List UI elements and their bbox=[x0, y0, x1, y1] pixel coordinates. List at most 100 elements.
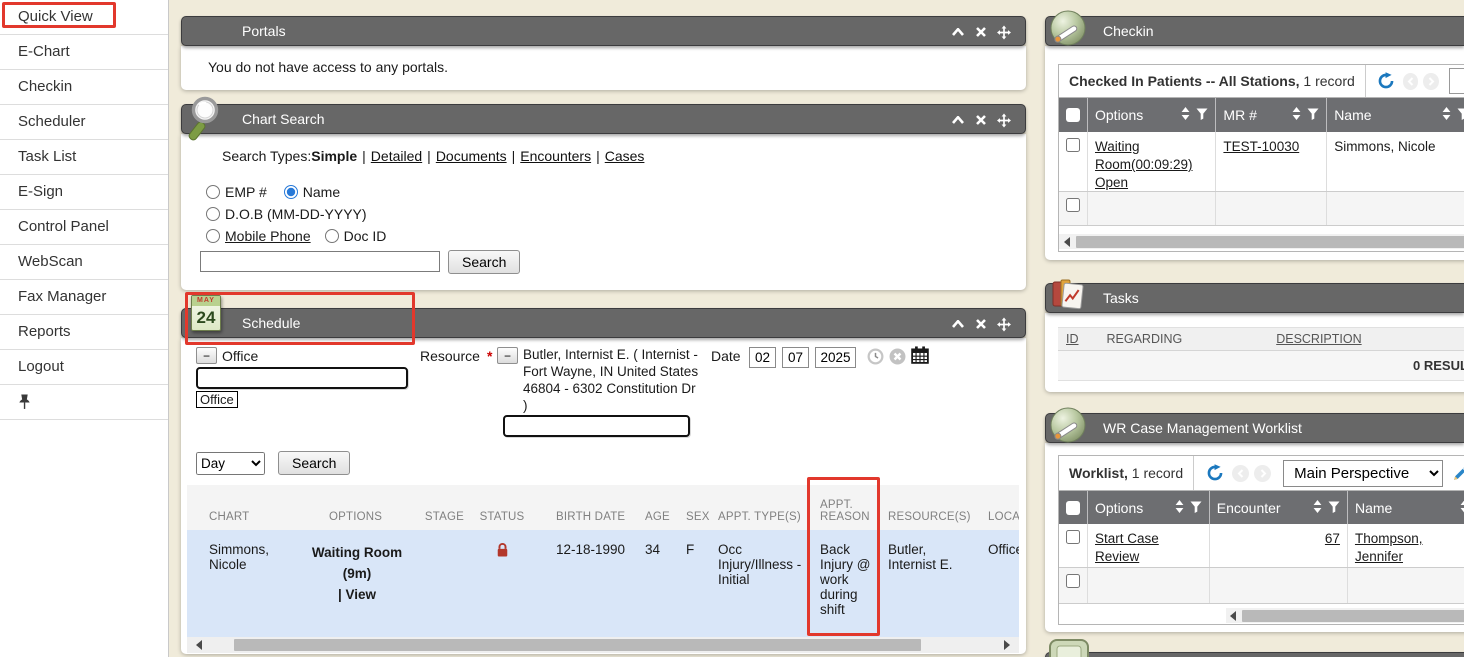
scroll-left-arrow[interactable] bbox=[1064, 237, 1070, 247]
col-status[interactable]: STATUS bbox=[472, 485, 532, 530]
mr-number-link[interactable]: TEST-10030 bbox=[1223, 139, 1299, 154]
date-day-input[interactable] bbox=[782, 347, 809, 368]
scroll-right-arrow[interactable] bbox=[1004, 640, 1010, 650]
tasks-col-id[interactable]: ID bbox=[1066, 332, 1079, 346]
col-age[interactable]: AGE bbox=[627, 485, 669, 530]
date-month-input[interactable] bbox=[749, 347, 776, 368]
sidebar-item-checkin[interactable]: Checkin bbox=[0, 70, 168, 105]
perspective-select[interactable]: Main Perspective bbox=[1283, 460, 1443, 487]
scroll-thumb[interactable] bbox=[1076, 236, 1464, 248]
scroll-thumb[interactable] bbox=[234, 639, 921, 651]
move-icon[interactable] bbox=[997, 317, 1011, 331]
col-resources[interactable]: RESOURCE(S) bbox=[875, 485, 975, 530]
col-location[interactable]: LOCATION bbox=[975, 485, 1019, 530]
office-input[interactable] bbox=[196, 367, 408, 389]
next-page-icon[interactable] bbox=[1423, 73, 1439, 90]
mobile-phone-radio[interactable] bbox=[206, 229, 220, 243]
start-case-review-link[interactable]: Start Case Review bbox=[1095, 531, 1159, 564]
search-type-encounters[interactable]: Encounters bbox=[520, 148, 591, 164]
sort-icon[interactable] bbox=[1181, 107, 1190, 123]
collapse-icon[interactable] bbox=[951, 113, 965, 127]
sort-icon[interactable] bbox=[1292, 107, 1301, 123]
edit-pencil-icon[interactable] bbox=[1452, 465, 1464, 482]
sort-icon[interactable] bbox=[1460, 500, 1464, 516]
resource-collapse-button[interactable]: − bbox=[497, 347, 518, 364]
col-chart[interactable]: CHART bbox=[187, 485, 297, 530]
open-link[interactable]: Open bbox=[1095, 175, 1128, 190]
view-link[interactable]: | View bbox=[297, 584, 417, 605]
row-checkbox[interactable] bbox=[1066, 574, 1080, 588]
collapse-icon[interactable] bbox=[951, 317, 965, 331]
filter-icon[interactable] bbox=[1307, 107, 1319, 123]
move-icon[interactable] bbox=[997, 113, 1011, 127]
prev-page-icon[interactable] bbox=[1403, 73, 1419, 90]
emp-number-radio[interactable] bbox=[206, 185, 220, 199]
sidebar-item-fax-manager[interactable]: Fax Manager bbox=[0, 280, 168, 315]
office-collapse-button[interactable]: − bbox=[196, 347, 217, 364]
sidebar-item-task-list[interactable]: Task List bbox=[0, 140, 168, 175]
collapse-icon[interactable] bbox=[951, 25, 965, 39]
col-birth-date[interactable]: BIRTH DATE bbox=[532, 485, 627, 530]
search-type-detailed[interactable]: Detailed bbox=[371, 148, 422, 164]
row-checkbox[interactable] bbox=[1066, 198, 1080, 212]
tasks-col-regarding[interactable]: REGARDING bbox=[1107, 332, 1183, 346]
sort-icon[interactable] bbox=[1313, 500, 1322, 516]
row-checkbox[interactable] bbox=[1066, 138, 1080, 152]
close-icon[interactable] bbox=[974, 25, 988, 39]
clear-date-icon[interactable] bbox=[889, 348, 906, 368]
time-clock-icon[interactable] bbox=[867, 348, 884, 368]
worklist-row[interactable]: Start Case Review 67 Thompson, Jennifer bbox=[1059, 524, 1464, 568]
filter-icon[interactable] bbox=[1190, 500, 1202, 516]
worklist-patient-link[interactable]: Thompson, Jennifer bbox=[1355, 531, 1423, 564]
perspective-select-clipped[interactable] bbox=[1449, 68, 1464, 94]
row-checkbox[interactable] bbox=[1066, 530, 1080, 544]
scroll-left-arrow[interactable] bbox=[196, 640, 202, 650]
chart-search-button[interactable]: Search bbox=[448, 250, 520, 274]
waiting-room-timer-link[interactable]: Waiting Room(00:09:29) bbox=[1095, 139, 1193, 172]
select-all-checkbox[interactable] bbox=[1066, 501, 1080, 515]
chart-search-input[interactable] bbox=[200, 251, 440, 272]
col-stage[interactable]: STAGE bbox=[417, 485, 472, 530]
doc-id-radio[interactable] bbox=[325, 229, 339, 243]
date-year-input[interactable] bbox=[815, 347, 856, 368]
close-icon[interactable] bbox=[974, 317, 988, 331]
dob-radio[interactable] bbox=[206, 207, 220, 221]
col-options[interactable]: OPTIONS bbox=[297, 485, 417, 530]
sidebar-item-scheduler[interactable]: Scheduler bbox=[0, 105, 168, 140]
sidebar-item-e-sign[interactable]: E-Sign bbox=[0, 175, 168, 210]
search-type-simple[interactable]: Simple bbox=[311, 148, 357, 164]
filter-icon[interactable] bbox=[1196, 107, 1208, 123]
search-type-cases[interactable]: Cases bbox=[605, 148, 645, 164]
col-appt-reason[interactable]: APPT. REASON bbox=[807, 485, 875, 530]
refresh-icon[interactable] bbox=[1377, 72, 1395, 90]
prev-page-icon[interactable] bbox=[1232, 465, 1249, 482]
encounter-link[interactable]: 67 bbox=[1325, 531, 1340, 546]
next-page-icon[interactable] bbox=[1254, 465, 1271, 482]
filter-icon[interactable] bbox=[1328, 500, 1340, 516]
resource-input[interactable] bbox=[503, 415, 690, 437]
schedule-view-select[interactable]: Day bbox=[196, 452, 265, 475]
col-sex[interactable]: SEX bbox=[669, 485, 705, 530]
checkin-row[interactable]: Waiting Room(00:09:29) Open TEST-10030 S… bbox=[1059, 132, 1464, 192]
scroll-left-arrow[interactable] bbox=[1230, 611, 1236, 621]
sidebar-item-quick-view[interactable]: Quick View bbox=[0, 0, 168, 35]
col-appt-types[interactable]: APPT. TYPE(S) bbox=[705, 485, 807, 530]
date-picker-calendar-icon[interactable] bbox=[911, 346, 929, 367]
sidebar-item-reports[interactable]: Reports bbox=[0, 315, 168, 350]
scroll-thumb[interactable] bbox=[1242, 610, 1464, 622]
close-icon[interactable] bbox=[974, 113, 988, 127]
tasks-col-description[interactable]: DESCRIPTION bbox=[1276, 332, 1361, 346]
move-icon[interactable] bbox=[997, 25, 1011, 39]
sidebar-pin-toggle[interactable] bbox=[0, 385, 168, 420]
search-type-documents[interactable]: Documents bbox=[436, 148, 507, 164]
select-all-checkbox[interactable] bbox=[1066, 108, 1080, 122]
sort-icon[interactable] bbox=[1442, 107, 1451, 123]
refresh-icon[interactable] bbox=[1206, 464, 1224, 482]
sidebar-item-logout[interactable]: Logout bbox=[0, 350, 168, 385]
sidebar-item-control-panel[interactable]: Control Panel bbox=[0, 210, 168, 245]
sort-icon[interactable] bbox=[1175, 500, 1184, 516]
filter-icon[interactable] bbox=[1457, 107, 1464, 123]
sidebar-item-webscan[interactable]: WebScan bbox=[0, 245, 168, 280]
name-radio[interactable] bbox=[284, 185, 298, 199]
appointment-row[interactable]: Simmons, Nicole Waiting Room (9m) | View… bbox=[187, 530, 1019, 637]
